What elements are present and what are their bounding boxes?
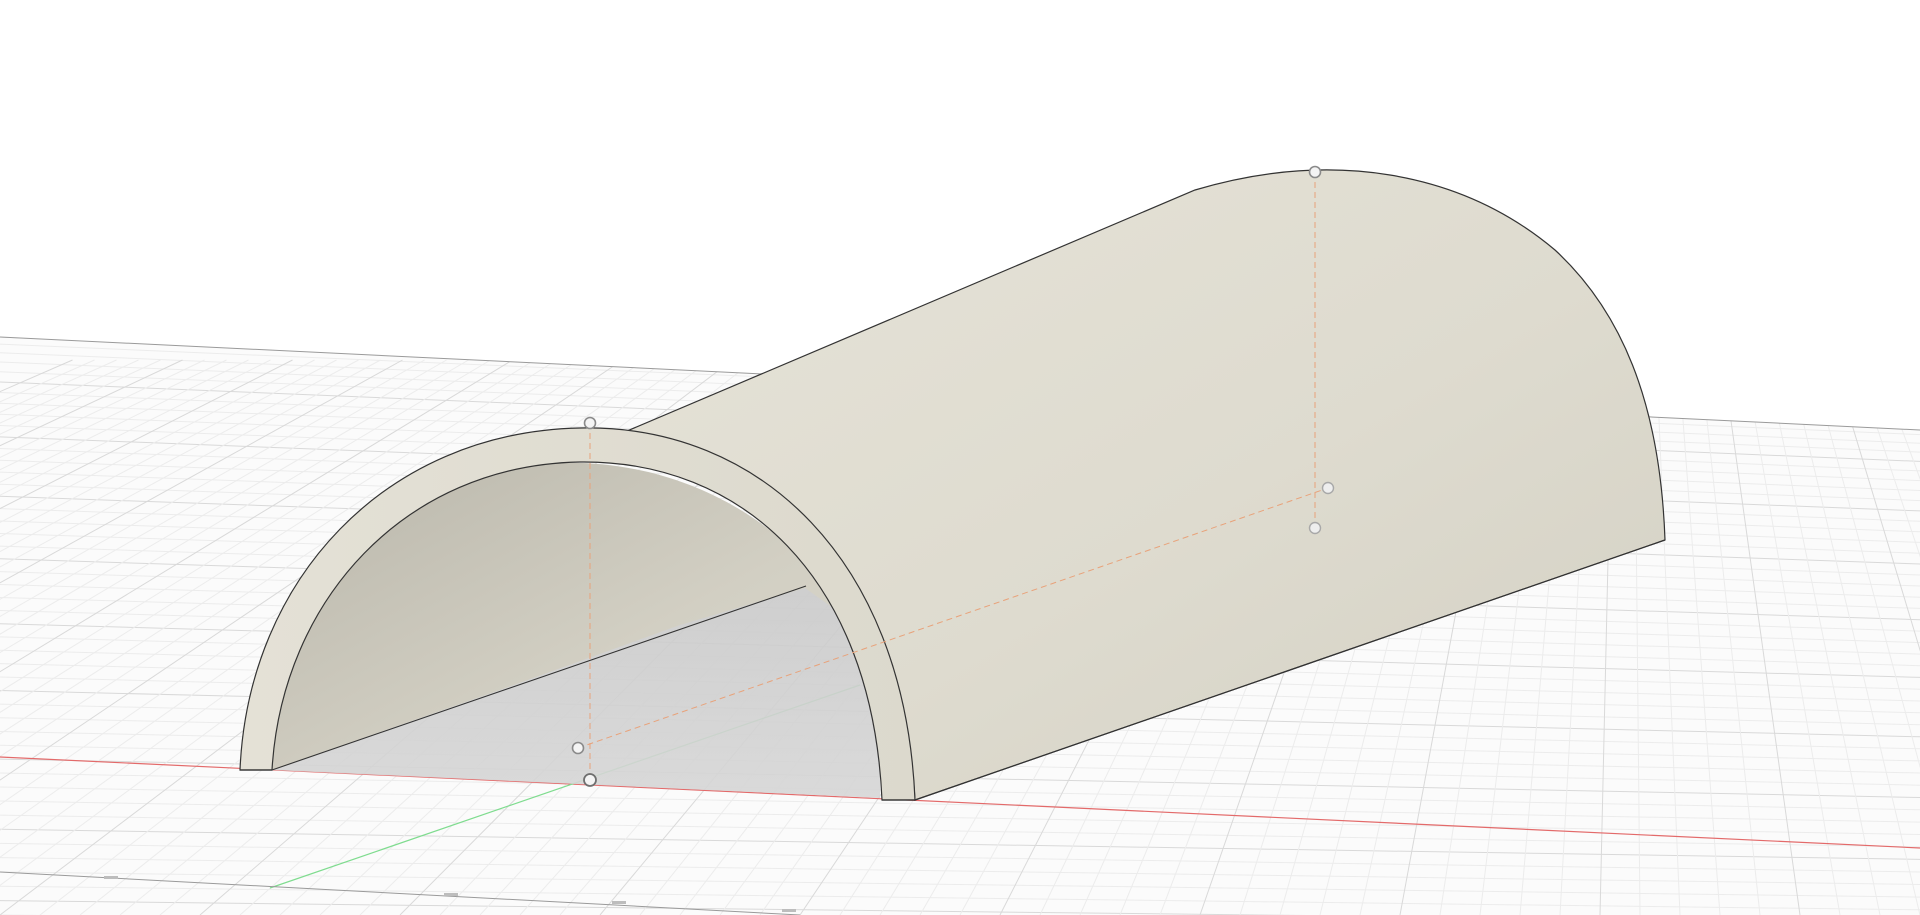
ruler-mark	[782, 909, 796, 912]
sketch-point-front-origin[interactable]	[583, 773, 597, 787]
canvas-viewport[interactable]	[0, 0, 1920, 915]
sketch-point-rear-bottom[interactable]	[1308, 521, 1322, 535]
sketch-point-front-top[interactable]	[583, 416, 597, 430]
sketch-point-front-center[interactable]	[571, 741, 585, 755]
ruler-mark	[612, 901, 626, 904]
ruler-mark	[104, 876, 118, 879]
ruler-mark	[444, 893, 458, 896]
sketch-point-rear-center[interactable]	[1321, 481, 1335, 495]
sketch-point-rear-top[interactable]	[1308, 165, 1322, 179]
scene-svg[interactable]	[0, 0, 1920, 915]
